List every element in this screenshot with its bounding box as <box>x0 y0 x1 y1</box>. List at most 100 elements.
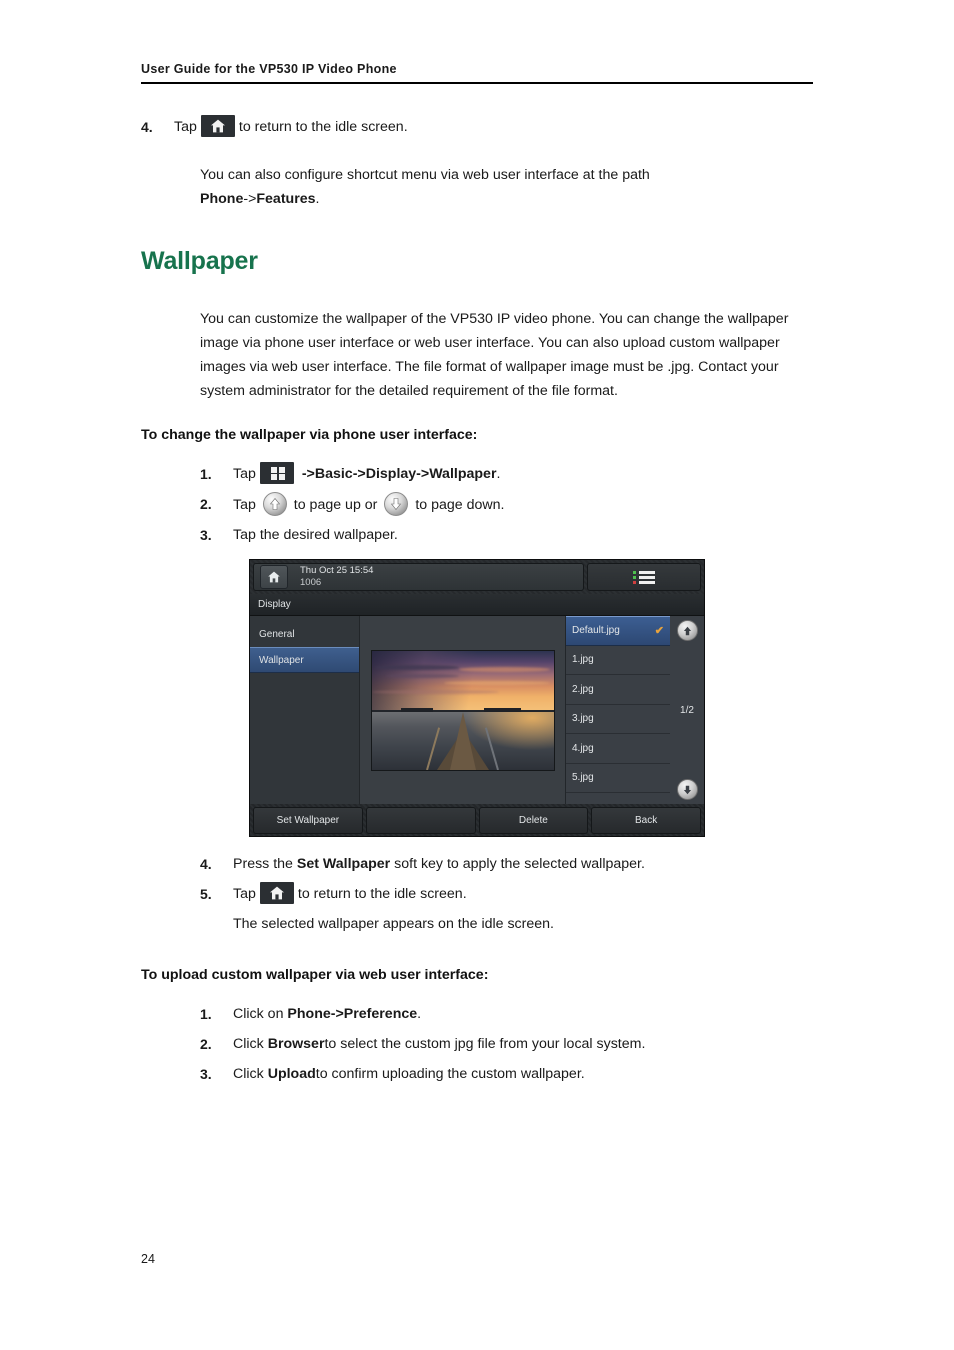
phone-page-indicator: 1/2 <box>680 704 694 716</box>
arrow-down-icon <box>384 492 409 516</box>
intro-paragraph: You can also configure shortcut menu via… <box>200 163 821 211</box>
menu-wallpaper: Wallpaper <box>429 466 497 482</box>
file-name: 3.jpg <box>572 713 594 725</box>
step-arrow-1: -> <box>297 466 315 482</box>
path-period: . <box>315 191 320 207</box>
home-icon <box>200 115 235 137</box>
list-item: 4. Press the Set Wallpaper soft key to a… <box>200 852 821 876</box>
wallpaper-pier <box>449 711 476 770</box>
softkey-delete[interactable]: Delete <box>478 807 589 834</box>
step-number: 2. <box>200 1036 212 1052</box>
step-number: 4. <box>200 856 212 872</box>
step-text-post: soft key to apply the selected wallpaper… <box>394 856 645 872</box>
list-item[interactable]: 3.jpg <box>566 705 670 734</box>
path-features: Features <box>256 191 316 207</box>
phone-soft-key-bar: Set Wallpaper Delete Back <box>250 804 704 836</box>
path-sep-1: -> <box>243 191 257 207</box>
phone-sidebar: General Wallpaper <box>250 616 360 804</box>
path-separator: -> <box>330 1006 344 1022</box>
check-icon: ✔ <box>654 625 664 638</box>
phone-screenshot-figure: Thu Oct 25 15:54 1006 Display General Wa… <box>249 559 705 837</box>
step-text: Tap to return to the idle screen. <box>233 882 821 906</box>
list-item: 5. Tap to return to the idle screen. <box>200 882 821 906</box>
list-item: 3. Click Uploadto confirm uploading the … <box>200 1062 821 1086</box>
phone-status-bar: Thu Oct 25 15:54 1006 <box>250 560 704 594</box>
step-number: 2. <box>200 496 212 512</box>
file-name: 1.jpg <box>572 654 594 666</box>
phone-account-text: Thu Oct 25 15:54 1006 <box>300 565 373 589</box>
list-item[interactable]: 1.jpg <box>566 646 670 675</box>
softkey-name-set-wallpaper: Set Wallpaper <box>296 856 391 872</box>
list-item: 2. Tap to page up or to page down. <box>200 492 821 517</box>
sidebar-item-wallpaper[interactable]: Wallpaper <box>250 647 359 673</box>
step-text-before: Tap <box>174 119 197 135</box>
step-text-pre: Press the <box>233 856 293 872</box>
step-note: The selected wallpaper appears on the id… <box>233 916 554 932</box>
phone-screen-body: General Wallpaper Default.jpg ✔ 1.jpg 2.… <box>250 616 704 804</box>
home-icon[interactable] <box>260 565 288 589</box>
step-text: Tap to return to the idle screen. <box>174 115 821 139</box>
phone-screen-title: Display <box>250 594 704 616</box>
arrow-up-icon[interactable] <box>676 620 698 641</box>
list-item[interactable]: 4.jpg <box>566 734 670 764</box>
step-number: 1. <box>200 1006 212 1022</box>
list-item[interactable]: Default.jpg ✔ <box>566 616 670 646</box>
step-text-pre: Tap <box>233 497 256 513</box>
arrow-up-icon <box>262 492 287 516</box>
phone-wallpaper-file-list: Default.jpg ✔ 1.jpg 2.jpg 3.jpg 4.jpg 5.… <box>565 616 670 804</box>
step-text-pre: Tap <box>233 886 256 902</box>
content-column-lower: 4. Press the Set Wallpaper soft key to a… <box>141 852 821 1086</box>
phone-datetime: Thu Oct 25 15:54 <box>300 565 374 576</box>
phone-wallpaper-preview-pane <box>360 616 565 804</box>
wallpaper-cloud-streak <box>371 689 499 694</box>
content-column: 4. Tap to return to the idle screen. You … <box>141 105 821 547</box>
list-item: 3. Tap the desired wallpaper. <box>200 523 821 547</box>
phone-account-panel[interactable]: Thu Oct 25 15:54 1006 <box>253 563 584 591</box>
phone-account-number: 1006 <box>300 577 322 588</box>
step-text: Press the Set Wallpaper soft key to appl… <box>233 852 821 876</box>
list-item: 1. Tap ->Basic->Display->Wallpaper. <box>200 462 821 486</box>
list-item: 1. Click on Phone->Preference. <box>200 1002 821 1026</box>
step-text-pre: Click <box>233 1036 264 1052</box>
step-number: 3. <box>200 527 212 543</box>
menu-basic: Basic <box>314 466 353 482</box>
step-text-mid: to page up or <box>293 497 378 513</box>
step-period: . <box>496 466 501 482</box>
intro-paragraph-line1: You can also configure shortcut menu via… <box>200 167 650 183</box>
step-text-pre: Click <box>233 1066 264 1082</box>
softkey-empty[interactable] <box>365 807 476 834</box>
path-preference: Preference <box>343 1006 418 1022</box>
path-phone: Phone <box>287 1006 331 1022</box>
step-text: Tap ->Basic->Display->Wallpaper. <box>233 462 821 486</box>
file-name: Default.jpg <box>572 625 620 637</box>
step-text-post: to confirm uploading the custom wallpape… <box>315 1066 585 1082</box>
softkey-set-wallpaper[interactable]: Set Wallpaper <box>253 807 363 834</box>
step-note-row: The selected wallpaper appears on the id… <box>200 912 821 936</box>
step-text: Click Browserto select the custom jpg fi… <box>233 1032 821 1056</box>
list-menu-icon[interactable] <box>587 563 701 591</box>
step-text-pre: Tap <box>233 466 256 482</box>
step-number: 4. <box>141 119 153 135</box>
section-body: You can customize the wallpaper of the V… <box>200 311 789 399</box>
sidebar-item-general[interactable]: General <box>250 621 359 647</box>
header-title: User Guide for the VP530 IP Video Phone <box>141 62 397 76</box>
step-text: Tap to page up or to page down. <box>233 492 821 517</box>
step-text: Click Uploadto confirm uploading the cus… <box>233 1062 821 1086</box>
menu-display: Display <box>365 466 417 482</box>
list-item: 2. Click Browserto select the custom jpg… <box>200 1032 821 1056</box>
arrow-down-icon[interactable] <box>676 779 698 800</box>
step-text-pre: Click on <box>233 1006 284 1022</box>
page-title: Wallpaper <box>141 247 258 275</box>
phone-scroll-column: 1/2 <box>670 616 704 804</box>
step-number: 5. <box>200 886 212 902</box>
list-item[interactable]: 2.jpg <box>566 675 670 705</box>
softkey-back[interactable]: Back <box>591 807 701 834</box>
list-item[interactable]: 5.jpg <box>566 764 670 793</box>
header-rule <box>141 82 813 84</box>
list-item: 4. Tap to return to the idle screen. <box>141 115 821 139</box>
file-name: 4.jpg <box>572 742 594 754</box>
path-phone: Phone <box>200 191 244 207</box>
page-header: User Guide for the VP530 IP Video Phone <box>141 62 813 84</box>
file-name: 2.jpg <box>572 683 594 695</box>
wallpaper-preview-image <box>370 649 555 771</box>
